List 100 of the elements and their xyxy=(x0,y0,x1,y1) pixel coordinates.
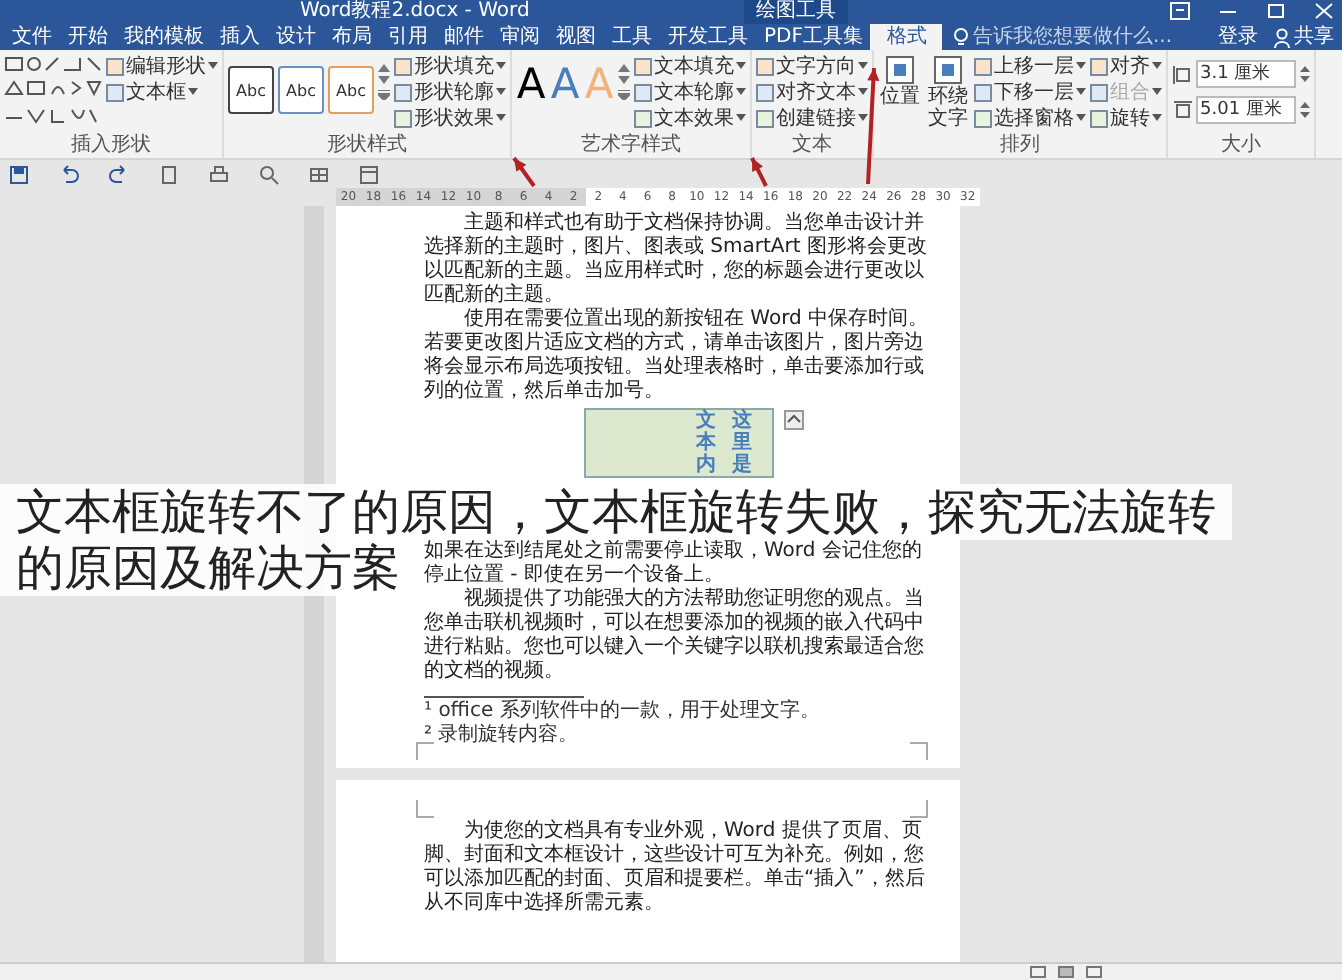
search-field[interactable]: 告诉我您想要做什么... xyxy=(972,26,1209,50)
ribbon-tab[interactable]: 插入 xyxy=(212,26,268,50)
style-swatch[interactable]: Abc xyxy=(328,66,374,114)
ribbon-command[interactable]: 选择窗格 xyxy=(974,106,1086,130)
caret-icon xyxy=(496,62,506,70)
ribbon-command[interactable]: 文本填充 xyxy=(634,54,746,78)
maximize-icon[interactable] xyxy=(1266,2,1286,20)
input-field[interactable]: 3.1 厘米 xyxy=(1196,59,1296,87)
group-label: 排列 xyxy=(998,134,1042,158)
ribbon-command[interactable]: 下移一层 xyxy=(974,80,1086,104)
caret-icon xyxy=(1076,88,1086,96)
ribbon-tab[interactable]: 引用 xyxy=(380,26,436,50)
footnote: ² 录制旋转内容。 xyxy=(424,724,581,748)
table-icon[interactable] xyxy=(308,163,330,185)
redo-icon[interactable] xyxy=(108,163,130,185)
ribbon-command[interactable]: 文本框 xyxy=(106,80,218,104)
footnote: ¹ office 系列软件中的一款，用于处理文字。 xyxy=(424,700,822,723)
read-mode-icon[interactable] xyxy=(1030,966,1046,978)
window-title: Word教程2.docx - Word xyxy=(300,0,530,24)
ribbon-command[interactable]: 编辑形状 xyxy=(106,54,218,78)
scroll-up-icon[interactable] xyxy=(378,62,390,72)
window-icon[interactable] xyxy=(358,163,380,185)
ribbon-command[interactable]: 环绕文字 xyxy=(926,54,970,130)
group-label: 文本 xyxy=(790,134,834,158)
close-icon[interactable] xyxy=(1314,2,1334,20)
ribbon-command[interactable]: 旋转 xyxy=(1090,106,1162,130)
print-layout-icon[interactable] xyxy=(1058,966,1074,978)
paragraph: 使用在需要位置出现的新按钮在 Word 中保存时间。若要更改图片适应文档的方式，请单击该图片，图片旁边将会显示布局选项按钮。当处理表格时，单击要添加行或列的位置，然后单击加号。 xyxy=(424,308,931,404)
ribbon-tab[interactable]: 格式 xyxy=(870,24,943,50)
ribbon-command[interactable]: 上移一层 xyxy=(974,54,1086,78)
ribbon-tab[interactable]: 开发工具 xyxy=(660,26,756,50)
ribbon-tab[interactable]: 文件 xyxy=(4,26,60,50)
ribbon-command[interactable]: 文本轮廓 xyxy=(634,80,746,104)
ribbon-tab[interactable]: 我的模板 xyxy=(116,26,212,50)
vertical-text: 这里是 xyxy=(732,410,752,476)
ribbon-command[interactable]: 创建链接 xyxy=(756,106,868,130)
spinner-icon[interactable] xyxy=(1300,99,1310,119)
caret-icon xyxy=(736,62,746,70)
group-label: 插入形状 xyxy=(69,134,153,158)
ribbon-command[interactable]: 形状效果 xyxy=(394,106,506,130)
print-icon[interactable] xyxy=(208,163,230,185)
ribbon-command[interactable]: 位置 xyxy=(878,54,922,108)
group-label: 形状样式 xyxy=(325,134,409,158)
ribbon-command[interactable]: 文本效果 xyxy=(634,106,746,130)
save-icon[interactable] xyxy=(8,163,30,185)
scroll-down-icon[interactable] xyxy=(378,76,390,86)
ribbon-command[interactable]: 形状填充 xyxy=(394,54,506,78)
caret-icon xyxy=(1152,114,1162,122)
caret-icon xyxy=(496,88,506,96)
ribbon-tab[interactable]: 邮件 xyxy=(436,26,492,50)
style-swatch[interactable]: Abc xyxy=(278,66,324,114)
caret-icon xyxy=(496,114,506,122)
group-label: 大小 xyxy=(1219,134,1263,158)
layout-options-icon[interactable] xyxy=(784,410,804,430)
caret-icon xyxy=(1152,88,1162,96)
paragraph: 如果在达到结尾处之前需要停止读取，Word 会记住您的停止位置 - 即使在另一个设备上。 xyxy=(424,540,924,587)
group-label: 艺术字样式 xyxy=(579,134,683,158)
ribbon-tab[interactable]: 工具 xyxy=(604,26,660,50)
height-icon xyxy=(1172,63,1192,83)
paragraph: 主题和样式也有助于文档保持协调。当您单击设计并选择新的主题时，图片、图表或 SmartArt 图形将会更改以匹配新的主题。当应用样式时，您的标题会进行更改以匹配新的主题。 xyxy=(424,212,929,307)
lightbulb-icon xyxy=(954,28,969,48)
caret-icon xyxy=(1076,114,1086,122)
scroll-down-icon[interactable] xyxy=(618,76,630,86)
undo-icon[interactable] xyxy=(58,163,80,185)
web-layout-icon[interactable] xyxy=(1086,966,1102,978)
zoom-icon[interactable] xyxy=(258,163,280,185)
annotation-arrow xyxy=(866,67,880,185)
ribbon-command[interactable]: 对齐文本 xyxy=(756,80,868,104)
ribbon-tab[interactable]: 视图 xyxy=(548,26,604,50)
scroll-up-icon[interactable] xyxy=(618,62,630,72)
caret-icon xyxy=(858,88,868,96)
caret-icon xyxy=(736,114,746,122)
sign-in-link[interactable]: 登录 xyxy=(1210,26,1266,50)
ribbon-tab[interactable]: 审阅 xyxy=(492,26,548,50)
ribbon-tab[interactable]: 开始 xyxy=(60,26,116,50)
style-swatch[interactable]: Abc xyxy=(228,66,274,114)
width-icon xyxy=(1172,99,1192,119)
spinner-icon[interactable] xyxy=(1300,63,1310,83)
caption-text: 文本框旋转不了的原因，文本框旋转失败，探究无法旋转 xyxy=(0,484,1232,540)
ribbon-display-icon[interactable] xyxy=(1170,2,1190,20)
caret-icon xyxy=(858,62,868,70)
caret-icon xyxy=(1076,62,1086,70)
paragraph: 视频提供了功能强大的方法帮助您证明您的观点。当您单击联机视频时，可以在想要添加的视频的嵌入代码中进行粘贴。您也可以键入一个关键字以联机搜索最适合您的文档的视频。 xyxy=(424,588,926,684)
caret-icon xyxy=(188,88,198,96)
caret-icon xyxy=(858,114,868,122)
context-tab-label: 绘图工具 xyxy=(744,0,848,24)
ribbon-command[interactable]: 对齐 xyxy=(1090,54,1162,78)
annotation-arrow xyxy=(750,157,768,187)
annotation-arrow xyxy=(512,156,536,188)
share-button[interactable]: 共享 xyxy=(1266,26,1342,50)
more-icon[interactable] xyxy=(618,90,630,100)
ribbon-tab[interactable]: 布局 xyxy=(324,26,380,50)
ribbon-command[interactable]: 文字方向 xyxy=(756,54,868,78)
ribbon-tab[interactable]: PDF工具集 xyxy=(756,26,871,50)
input-field[interactable]: 5.01 厘米 xyxy=(1196,95,1296,123)
paragraph: 为使您的文档具有专业外观，Word 提供了页眉、页脚、封面和文本框设计，这些设计可互为补充。例如，您可以添加匹配的封面、页眉和提要栏。单击“插入”，然后从不同库中选择所需元素。 xyxy=(424,820,927,916)
ribbon-tab[interactable]: 设计 xyxy=(268,26,324,50)
ribbon-command[interactable]: 形状轮廓 xyxy=(394,80,506,104)
more-icon[interactable] xyxy=(378,90,390,100)
page-icon[interactable] xyxy=(158,163,180,185)
